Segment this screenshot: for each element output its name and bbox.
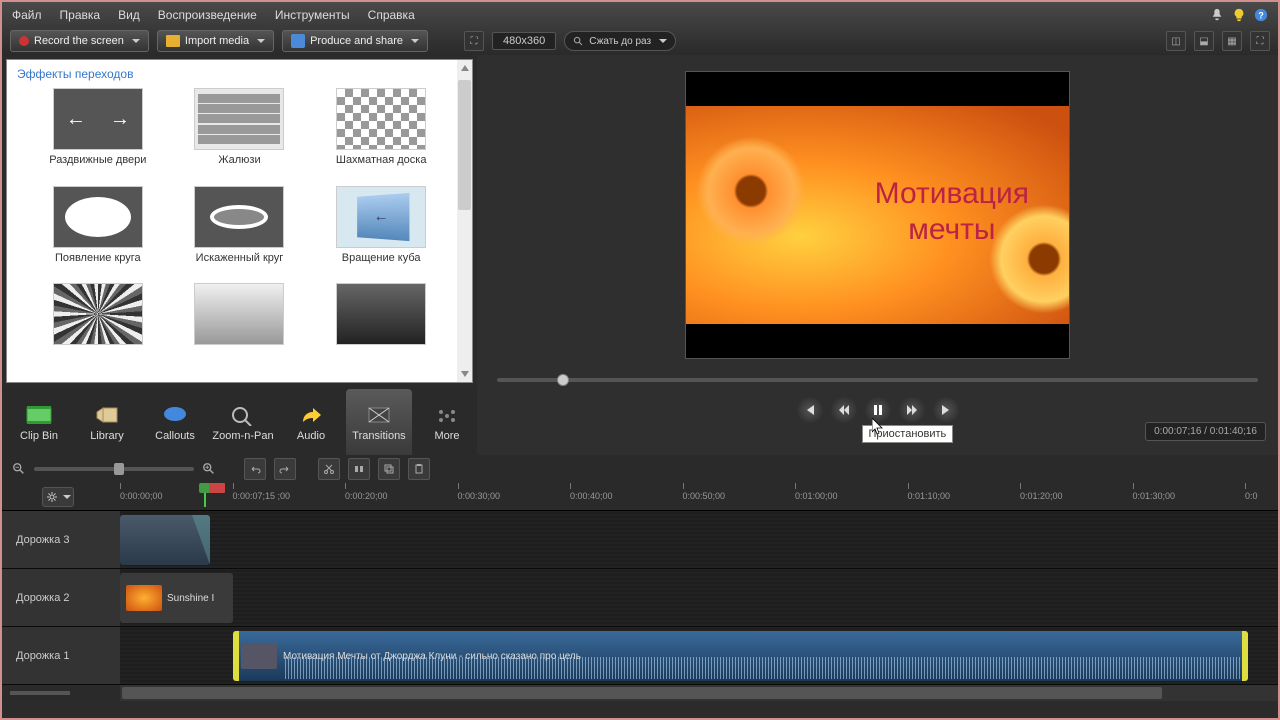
share-icon: [291, 34, 305, 48]
expand-button[interactable]: ⛶: [1250, 31, 1270, 51]
zoom-in-icon[interactable]: [202, 462, 216, 476]
bell-icon[interactable]: [1210, 8, 1224, 22]
transition-item[interactable]: ←Вращение куба: [310, 186, 452, 278]
track-1-label[interactable]: Дорожка 1: [2, 627, 120, 684]
transition-item[interactable]: [310, 283, 452, 363]
ruler-tick: 0:0: [1245, 491, 1258, 501]
svg-text:?: ?: [1258, 10, 1263, 20]
time-ruler[interactable]: 0:00:00;00 0:00:07;15 ;00 0:00:20;00 0:00:3…: [120, 483, 1278, 510]
transition-item[interactable]: [27, 283, 169, 363]
ruler-tick: 0:00:00;00: [120, 491, 163, 501]
next-button[interactable]: [933, 397, 959, 423]
produce-share-button[interactable]: Produce and share: [282, 30, 428, 52]
menu-playback[interactable]: Воспроизведение: [158, 8, 257, 22]
help-icon[interactable]: ?: [1254, 8, 1268, 22]
gear-icon: [46, 491, 58, 503]
track-3-clip[interactable]: [120, 515, 210, 565]
tab-library[interactable]: Library: [74, 389, 140, 455]
paste-button[interactable]: [408, 458, 430, 480]
tool-tabs: Clip BinLibraryCalloutsZoom-n-PanAudioTr…: [2, 387, 477, 455]
main-toolbar: Record the screen Import media Produce a…: [2, 27, 1278, 55]
play-pause-button[interactable]: [865, 397, 891, 423]
ruler-tick: 0:00:40;00: [570, 491, 613, 501]
split-button[interactable]: [348, 458, 370, 480]
zoom-out-icon[interactable]: [12, 462, 26, 476]
folder-icon: [166, 35, 180, 47]
panel-scrollbar[interactable]: [457, 60, 472, 382]
tab-zoomnpan[interactable]: Zoom-n-Pan: [210, 389, 276, 455]
ruler-tick: 0:00:30;00: [458, 491, 501, 501]
timeline-options-button[interactable]: [42, 487, 74, 507]
ruler-tick: 0:01:30;00: [1133, 491, 1176, 501]
tab-transitions[interactable]: Transitions: [346, 389, 412, 455]
preview-dimensions[interactable]: 480x360: [492, 32, 556, 50]
fullscreen-button[interactable]: ⬓: [1194, 31, 1214, 51]
tab-clipbin[interactable]: Clip Bin: [6, 389, 72, 455]
bulb-icon[interactable]: [1232, 8, 1246, 22]
transition-item[interactable]: ←→Раздвижные двери: [27, 88, 169, 180]
track-2-clip[interactable]: Sunshine I: [120, 573, 233, 623]
record-screen-button[interactable]: Record the screen: [10, 30, 149, 52]
fit-button[interactable]: ⛶: [464, 31, 484, 51]
time-display: 0:00:07;16 / 0:01:40;16: [1145, 422, 1266, 441]
record-icon: [19, 36, 29, 46]
playback-controls: Приостановить: [797, 397, 959, 423]
track-2-content[interactable]: Sunshine I: [120, 569, 1278, 626]
play-tooltip: Приостановить: [862, 425, 954, 443]
track-1: Дорожка 1 Мотивация Мечты от Джорджа Клу…: [2, 627, 1278, 685]
transitions-title: Эффекты переходов: [7, 60, 472, 84]
redo-button[interactable]: [274, 458, 296, 480]
preview-canvas[interactable]: Мотивациямечты: [685, 71, 1070, 359]
preview-area: Мотивациямечты Приостановить 0:00:07;16 …: [477, 55, 1278, 455]
forward-button[interactable]: [899, 397, 925, 423]
menu-bar: Файл Правка Вид Воспроизведение Инструме…: [2, 2, 1278, 27]
transition-item[interactable]: Жалюзи: [169, 88, 311, 180]
cut-button[interactable]: [318, 458, 340, 480]
menu-file[interactable]: Файл: [12, 8, 42, 22]
timeline-hscroll[interactable]: [2, 685, 1278, 701]
track-3: Дорожка 3: [2, 511, 1278, 569]
ruler-tick: 0:01:20;00: [1020, 491, 1063, 501]
timeline: 0:00:00;00 0:00:07;15 ;00 0:00:20;00 0:00:3…: [2, 483, 1278, 701]
seek-thumb[interactable]: [557, 374, 569, 386]
import-media-button[interactable]: Import media: [157, 30, 274, 52]
track-3-label[interactable]: Дорожка 3: [2, 511, 120, 568]
track-2-label[interactable]: Дорожка 2: [2, 569, 120, 626]
zoom-fit-dropdown[interactable]: Сжать до раз: [564, 31, 676, 51]
preview-text: Мотивациямечты: [875, 176, 1029, 248]
copy-button[interactable]: [378, 458, 400, 480]
zoom-slider[interactable]: [34, 467, 194, 471]
track-1-clip[interactable]: Мотивация Мечты от Джорджа Клуни - сильн…: [233, 631, 1248, 681]
search-icon: [573, 36, 584, 47]
ruler-tick: 0:01:00;00: [795, 491, 838, 501]
detach-button[interactable]: ◫: [1166, 31, 1186, 51]
ruler-tick: 0:00:50;00: [683, 491, 726, 501]
tab-callouts[interactable]: Callouts: [142, 389, 208, 455]
seek-bar[interactable]: [477, 373, 1278, 387]
layout-button[interactable]: ▦: [1222, 31, 1242, 51]
transition-item[interactable]: Шахматная доска: [310, 88, 452, 180]
track-1-content[interactable]: Мотивация Мечты от Джорджа Клуни - сильн…: [120, 627, 1278, 684]
transition-item[interactable]: Появление круга: [27, 186, 169, 278]
track-2: Дорожка 2 Sunshine I: [2, 569, 1278, 627]
undo-button[interactable]: [244, 458, 266, 480]
menu-edit[interactable]: Правка: [60, 8, 101, 22]
rewind-button[interactable]: [831, 397, 857, 423]
transition-item[interactable]: [169, 283, 311, 363]
menu-view[interactable]: Вид: [118, 8, 140, 22]
prev-button[interactable]: [797, 397, 823, 423]
track-3-content[interactable]: [120, 511, 1278, 568]
menu-tools[interactable]: Инструменты: [275, 8, 350, 22]
playhead[interactable]: [204, 485, 206, 507]
timeline-toolbar: [2, 455, 1278, 483]
ruler-tick: 0:00:07;15 ;00: [233, 491, 291, 501]
tab-more[interactable]: More: [414, 389, 480, 455]
menu-help[interactable]: Справка: [368, 8, 415, 22]
transition-item[interactable]: Искаженный круг: [169, 186, 311, 278]
ruler-tick: 0:01:10;00: [908, 491, 951, 501]
tab-audio[interactable]: Audio: [278, 389, 344, 455]
ruler-tick: 0:00:20;00: [345, 491, 388, 501]
transitions-panel: Эффекты переходов ←→Раздвижные двериЖалю…: [6, 59, 473, 383]
